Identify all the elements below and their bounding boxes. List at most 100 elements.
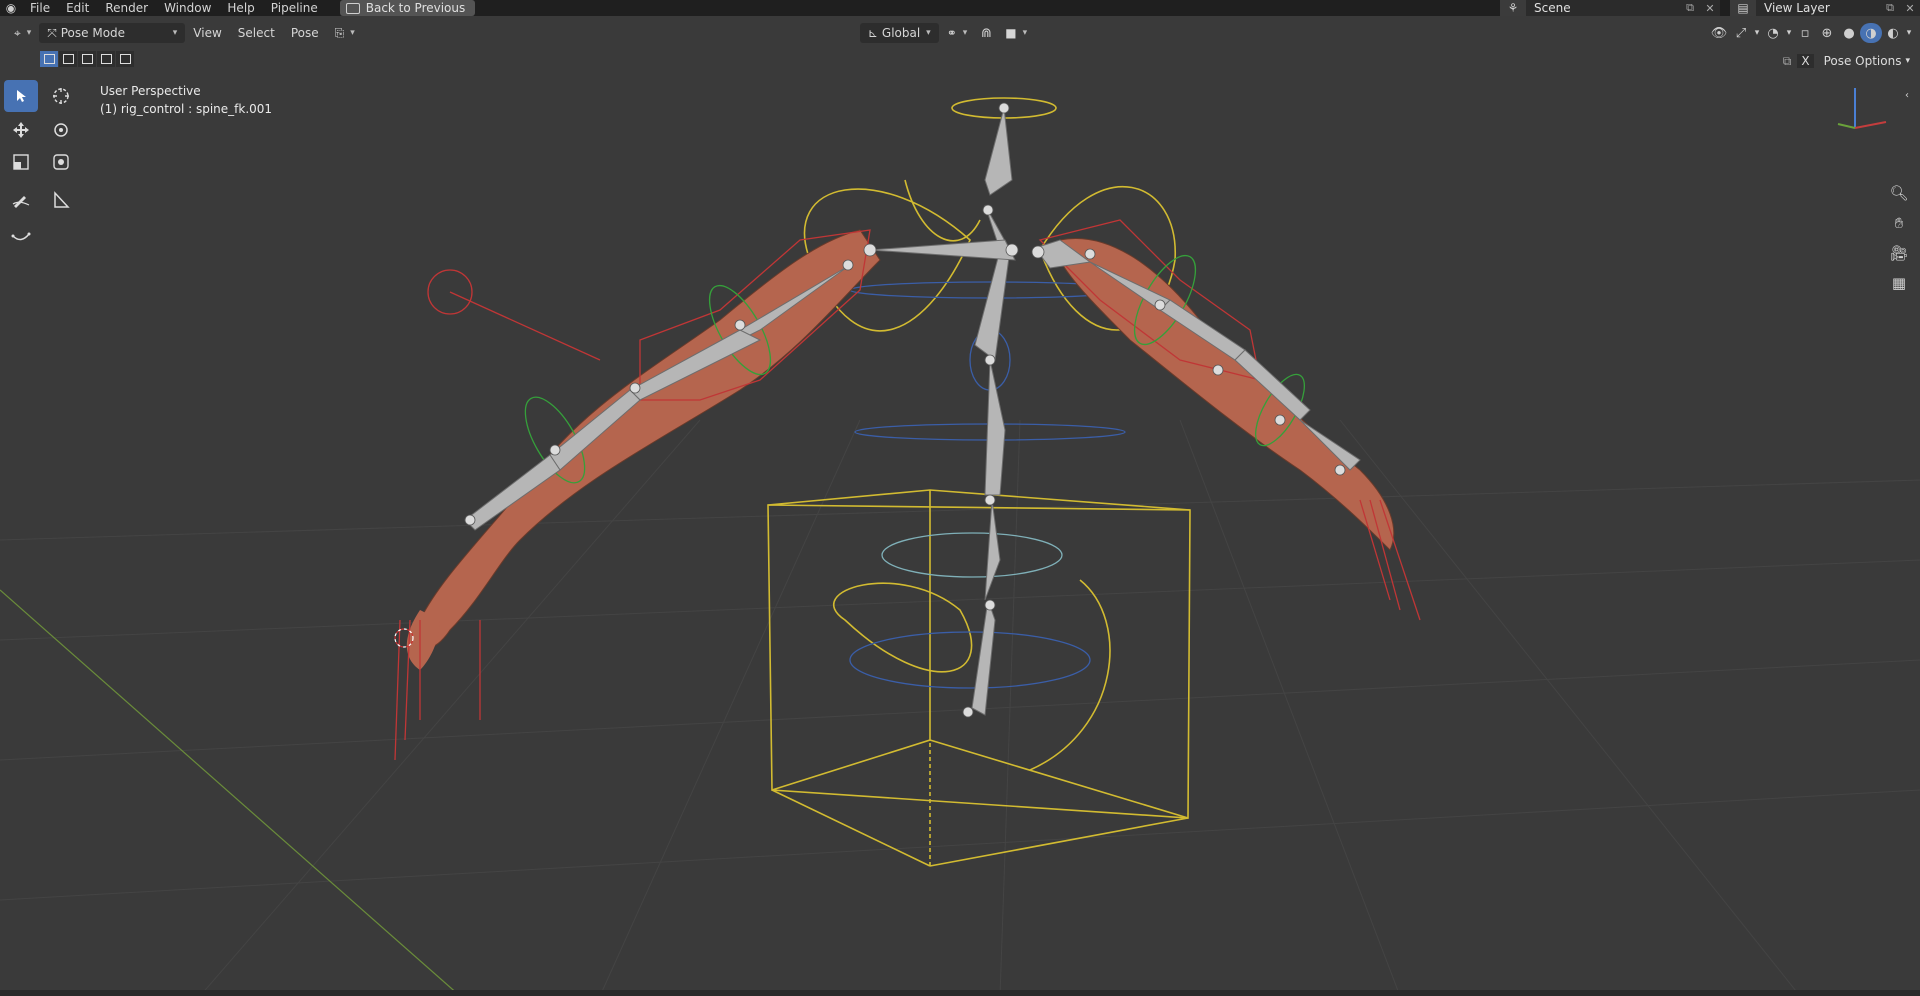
hips-control-ring [881,532,1063,578]
chevron-down-icon[interactable]: ▾ [1784,23,1794,43]
menu-pipeline[interactable]: Pipeline [263,0,326,16]
menu-edit[interactable]: Edit [58,0,97,16]
xray-icon[interactable]: ▫ [1794,23,1816,43]
torso-control-loops [803,97,1176,771]
measure-tool[interactable] [44,184,78,216]
blender-logo-icon[interactable]: ◉ [0,0,22,16]
wireframe-shading-icon[interactable]: ⊕ [1816,23,1838,43]
chevron-down-icon: ▾ [962,28,968,38]
rotate-icon [54,123,68,137]
select-invert-icon[interactable] [97,51,115,67]
top-menu-bar: ◉ File Edit Render Window Help Pipeline … [0,0,1920,16]
select-intersect-icon[interactable] [116,51,134,67]
crosshair-icon [53,88,69,104]
pencil-icon [12,196,30,208]
transform-orientation-dropdown[interactable]: ⊾ Global ▾ [860,23,939,43]
mirror-icon[interactable]: ⧉ [1783,54,1792,69]
left-arm-mesh [416,229,881,649]
menu-file[interactable]: File [22,0,58,16]
material-shading-icon[interactable]: ◑ [1860,23,1882,43]
menu-window[interactable]: Window [156,0,219,16]
mode-dropdown[interactable]: ⤧ Pose Mode ▾ [39,23,186,43]
mirror-x-toggle[interactable]: X [1797,54,1814,68]
sidebar-toggle-icon[interactable]: ‹ [1896,84,1918,106]
scene-selector[interactable]: ⚘ Scene ⧉ ✕ [1500,0,1720,16]
menu-help[interactable]: Help [219,0,262,16]
select-extend-icon[interactable] [59,51,77,67]
menu-pose[interactable]: Pose [283,23,327,43]
view-layer-name: View Layer [1764,1,1830,15]
snap-target-dropdown[interactable]: ■ ▾ [997,23,1035,43]
chevron-down-icon[interactable]: ▾ [1752,23,1762,43]
view-layer-selector[interactable]: ▤ View Layer ⧉ ✕ [1730,0,1920,16]
relax-curve-icon [11,232,31,241]
pose-extra-dropdown[interactable]: ⎘ ▾ [327,23,363,43]
gizmo-toggle-icon[interactable]: ⤢ [1730,23,1752,43]
viewport-canvas[interactable] [0,0,1920,996]
select-new-icon[interactable] [40,51,58,67]
pose-options-area: ⧉ X Pose Options ▾ [1783,52,1910,70]
rotate-tool[interactable] [44,114,78,146]
pose-options-dropdown[interactable]: Pose Options [1824,54,1902,68]
scene-icon: ⚘ [1500,0,1526,16]
back-to-previous-button[interactable]: Back to Previous [339,0,476,16]
new-scene-icon[interactable]: ⧉ [1680,0,1700,16]
floor-grid [0,419,1920,996]
chevron-down-icon: ▾ [26,28,32,38]
scale-icon [13,154,29,170]
mode-label: Pose Mode [60,26,126,40]
menu-select[interactable]: Select [230,23,283,43]
orientation-icon: ⊾ [868,26,879,40]
delete-view-layer-icon[interactable]: ✕ [1900,0,1920,16]
copy-pose-icon: ⎘ [334,25,345,40]
perspective-toggle-icon[interactable]: ▦ [1888,272,1910,294]
transform-tool[interactable] [44,146,78,178]
rendered-shading-icon[interactable]: ◐ [1882,23,1904,43]
select-box-tool[interactable] [4,80,38,112]
transform-icon [53,154,69,170]
active-object-label: (1) rig_control : spine_fk.001 [100,102,273,116]
chevron-down-icon[interactable]: ▾ [1904,23,1914,43]
annotate-tool[interactable] [4,184,38,216]
menu-view[interactable]: View [185,23,229,43]
chevron-down-icon: ▾ [1905,56,1910,66]
relax-tool[interactable] [4,220,38,252]
back-to-previous-label: Back to Previous [365,1,466,15]
chevron-down-icon: ▾ [1022,28,1028,38]
zoom-icon[interactable]: 🔍︎ [1888,182,1910,204]
axis-gizmo[interactable] [1837,88,1887,129]
armature-bones [464,107,1361,716]
header-center: ⊾ Global ▾ ⚭ ▾ ⋒ ■ ▾ [860,22,1035,44]
cursor-tool[interactable] [44,80,78,112]
delete-scene-icon[interactable]: ✕ [1700,0,1720,16]
scale-tool[interactable] [4,146,38,178]
menu-render[interactable]: Render [97,0,156,16]
camera-view-icon[interactable]: 🎥︎ [1888,242,1910,264]
x-axis-line [0,589,461,996]
visibility-icon[interactable]: 👁 [1708,23,1730,43]
move-arrows-icon [13,122,29,138]
snap-icon[interactable]: ⋒ [975,23,997,43]
selection-mode-buttons [40,51,134,67]
chevron-down-icon: ▾ [350,28,355,38]
chevron-down-icon: ▾ [172,28,178,38]
root-control-cube [767,489,1191,867]
header-left: ⌖ ▾ ⤧ Pose Mode ▾ View Select Pose ⎘ ▾ [6,22,363,44]
move-tool[interactable] [4,114,38,146]
editor-type-button[interactable]: ⌖ ▾ [6,23,39,43]
perspective-label: User Perspective [100,84,201,98]
pivot-point-dropdown[interactable]: ⚭ ▾ [939,23,976,43]
viewport-header: ⌖ ▾ ⤧ Pose Mode ▾ View Select Pose ⎘ ▾ ⊾ G… [0,16,1920,52]
overlays-icon[interactable]: ◔ [1762,23,1784,43]
status-bar [0,990,1920,996]
left-hand-mesh [406,610,440,670]
header-right: 👁 ⤢ ▾ ◔ ▾ ▫ ⊕ ● ◑ ◐ ▾ [1708,22,1914,44]
new-view-layer-icon[interactable]: ⧉ [1880,0,1900,16]
pose-mode-icon: ⤧ [47,25,57,40]
select-subtract-icon[interactable] [78,51,96,67]
pan-hand-icon[interactable]: ✋︎ [1888,212,1910,234]
fk-green-controls [524,254,1305,484]
top-right-fields: ⚘ Scene ⧉ ✕ ▤ View Layer ⧉ ✕ [1500,0,1920,16]
solid-shading-icon[interactable]: ● [1838,23,1860,43]
scene-name: Scene [1534,1,1571,15]
